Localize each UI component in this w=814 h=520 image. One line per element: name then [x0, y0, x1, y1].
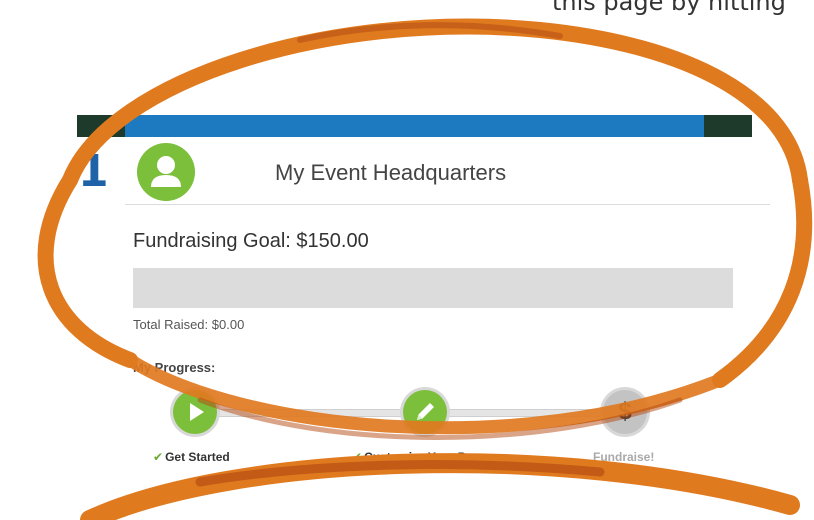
- header-bar-left-cap: [77, 115, 125, 137]
- header-blue-bar: [77, 115, 752, 137]
- step-label-text: Fundraise!: [593, 450, 655, 464]
- step-label-customize[interactable]: ✔ Customize Your Page: [352, 450, 486, 464]
- dollar-icon[interactable]: $: [603, 390, 647, 434]
- play-icon[interactable]: [173, 390, 217, 434]
- progress-heading: My Progress:: [133, 360, 216, 375]
- pencil-icon[interactable]: [403, 390, 447, 434]
- page-title: My Event Headquarters: [275, 160, 507, 185]
- step-label-fundraise[interactable]: Fundraise!: [593, 450, 654, 464]
- step-label-get-started[interactable]: ✔ Get Started: [153, 450, 230, 464]
- user-icon: [137, 143, 195, 201]
- header-bar-right-cap: [704, 115, 752, 137]
- fundraising-goal: Fundraising Goal: $150.00: [133, 230, 369, 252]
- header-divider: [125, 204, 770, 205]
- annotation-step-number: 1: [78, 146, 109, 197]
- total-raised: Total Raised: $0.00: [133, 317, 245, 332]
- top-caption: this page by hitting: [552, 0, 786, 16]
- annotation-oval-left: [37, 172, 138, 368]
- check-icon: ✔: [153, 450, 164, 464]
- annotation-oval-bottom-outer-dark: [195, 460, 605, 487]
- annotation-oval-bottom-outer: [80, 453, 800, 520]
- step-label-text: Get Started: [165, 450, 230, 464]
- check-icon: ✔: [352, 450, 363, 464]
- step-label-text: Customize Your Page: [364, 450, 487, 464]
- dollar-glyph: $: [618, 398, 632, 425]
- annotation-ovals: [37, 18, 813, 520]
- fundraising-progress-bar: [133, 268, 733, 308]
- annotation-oval-top-dark: [297, 22, 563, 43]
